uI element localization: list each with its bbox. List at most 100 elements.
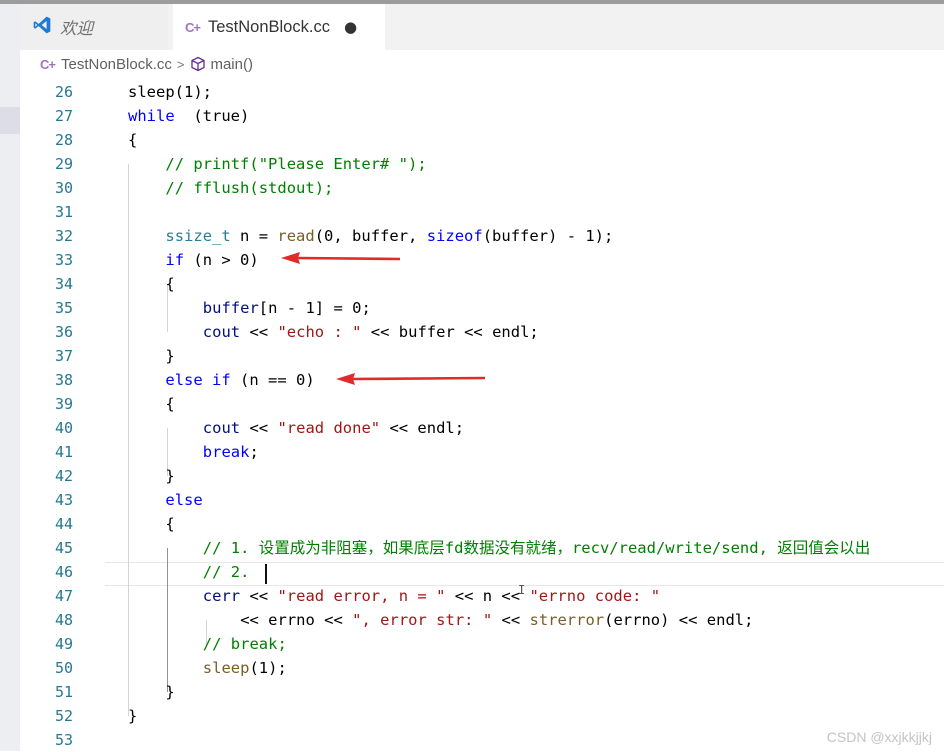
code-token: sleep	[202, 659, 250, 677]
code-token: else if	[165, 371, 231, 389]
tab-welcome-label: 欢迎	[60, 20, 93, 38]
code-token: << buffer << endl;	[361, 323, 539, 341]
code-token: break	[202, 443, 250, 461]
line-number: 51	[54, 683, 73, 701]
code-text: cout << "read done" << endl;	[203, 416, 464, 440]
code-token: sleep	[128, 83, 175, 101]
code-token: sizeof	[426, 227, 483, 245]
code-token: }	[165, 347, 175, 365]
breadcrumb-symbol[interactable]: main()	[210, 56, 253, 73]
line-number: 46	[54, 563, 73, 581]
code-token: ssize_t	[165, 227, 231, 245]
code-line[interactable]: 36 cout << "echo : " << buffer << endl;	[20, 320, 944, 344]
unsaved-dot-icon[interactable]: ●	[344, 18, 357, 36]
code-text: if (n > 0)	[165, 248, 258, 272]
code-text: cout << "echo : " << buffer << endl;	[203, 320, 539, 344]
line-number: 50	[54, 659, 73, 677]
code-line[interactable]: 33 if (n > 0)	[20, 248, 944, 272]
line-number: 47	[54, 587, 73, 605]
code-text: // fflush(stdout);	[165, 176, 333, 200]
activity-gutter	[0, 4, 20, 751]
code-text: cerr << "read error, n = " << n << "errn…	[203, 584, 660, 608]
code-token: read	[277, 227, 315, 245]
code-line[interactable]: 53	[20, 728, 944, 752]
code-token: (0, buffer,	[314, 227, 427, 245]
tab-welcome[interactable]: 欢迎	[20, 4, 168, 50]
line-number: 27	[54, 107, 73, 125]
code-token: (1);	[249, 659, 287, 677]
code-text: else if (n == 0)	[165, 368, 314, 392]
code-line[interactable]: 28 {	[20, 128, 944, 152]
code-token: buffer	[202, 299, 259, 317]
code-line[interactable]: 49 // break;	[20, 632, 944, 656]
code-line[interactable]: 48 << errno << ", error str: " << strerro…	[20, 608, 944, 632]
gutter-highlight	[0, 107, 20, 134]
code-text: while (true)	[128, 104, 249, 128]
code-line[interactable]: 29 // printf("Please Enter# ");	[20, 152, 944, 176]
code-line[interactable]: 35 buffer[n - 1] = 0;	[20, 296, 944, 320]
line-number: 31	[54, 203, 73, 221]
code-token: (buffer) - 1);	[482, 227, 614, 245]
line-number: 34	[54, 275, 73, 293]
code-line[interactable]: 47 cerr << "read error, n = " << n << "er…	[20, 584, 944, 608]
code-token: }	[165, 683, 175, 701]
line-number: 33	[54, 251, 73, 269]
code-line[interactable]: 43 else	[20, 488, 944, 512]
tab-file-label: TestNonBlock.cc	[207, 17, 330, 36]
red-arrow-icon	[281, 252, 401, 264]
code-line[interactable]: 44 {	[20, 512, 944, 536]
line-number: 48	[54, 611, 73, 629]
code-editor[interactable]: 26 sleep(1); 27 while (true) 28{ 29 // printf(…	[20, 80, 944, 751]
breadcrumb: C+ TestNonBlock.cc > main()	[20, 50, 944, 78]
code-line[interactable]: 45 // 1. 设置成为非阻塞，如果底层fd数据没有就绪，recv/read/w…	[20, 536, 944, 560]
code-line[interactable]: 31	[20, 200, 944, 224]
code-line[interactable]: 41 break;	[20, 440, 944, 464]
line-number: 40	[54, 419, 73, 437]
code-token: {	[165, 515, 175, 533]
code-text: // printf("Please Enter# ");	[165, 152, 426, 176]
code-token: << n <<	[445, 587, 530, 605]
code-line[interactable]: 37}	[20, 344, 944, 368]
code-token: "errno code: "	[529, 587, 661, 605]
code-line[interactable]: 26 sleep(1);	[20, 80, 944, 104]
tab-testnonblock[interactable]: C+ TestNonBlock.cc ●	[173, 4, 385, 50]
breadcrumb-separator: >	[176, 56, 185, 72]
code-token: "echo : "	[277, 323, 362, 341]
line-number: 30	[54, 179, 73, 197]
code-line[interactable]: 40 cout << "read done" << endl;	[20, 416, 944, 440]
breadcrumb-file[interactable]: TestNonBlock.cc	[61, 56, 172, 73]
code-text: sleep(1);	[128, 80, 212, 104]
code-text: {	[165, 392, 174, 416]
code-text: sleep(1);	[203, 656, 287, 680]
code-token: (errno) << endl;	[604, 611, 754, 629]
line-number: 44	[54, 515, 73, 533]
code-token: ;	[249, 443, 259, 461]
code-token: <<	[240, 587, 278, 605]
code-line[interactable]: 34 {	[20, 272, 944, 296]
code-token: // printf("Please Enter# ");	[165, 155, 427, 173]
code-text: break;	[203, 440, 259, 464]
code-line[interactable]: 30 // fflush(stdout);	[20, 176, 944, 200]
line-number: 29	[54, 155, 73, 173]
code-line[interactable]: 39 {	[20, 392, 944, 416]
code-text: else	[165, 488, 202, 512]
code-token: cout	[202, 323, 241, 341]
code-token: else	[165, 491, 203, 509]
code-text: {	[128, 128, 137, 152]
code-line[interactable]: 50 sleep(1);	[20, 656, 944, 680]
code-line[interactable]: 46 // 2.	[20, 560, 944, 584]
code-line[interactable]: 27 while (true)	[20, 104, 944, 128]
code-token: cerr	[202, 587, 241, 605]
line-number: 49	[54, 635, 73, 653]
code-token: (1);	[174, 83, 212, 101]
code-line[interactable]: 42}	[20, 464, 944, 488]
line-number: 39	[54, 395, 73, 413]
code-line[interactable]: 32 ssize_t n = read(0, buffer, sizeof(buf…	[20, 224, 944, 248]
code-text: buffer[n - 1] = 0;	[203, 296, 371, 320]
cpp-file-icon: C+	[185, 19, 201, 35]
code-line[interactable]: 51}	[20, 680, 944, 704]
code-token: << endl;	[380, 419, 465, 437]
code-token: <<	[240, 419, 278, 437]
code-token: <<	[492, 611, 530, 629]
code-line[interactable]: 52}	[20, 704, 944, 728]
